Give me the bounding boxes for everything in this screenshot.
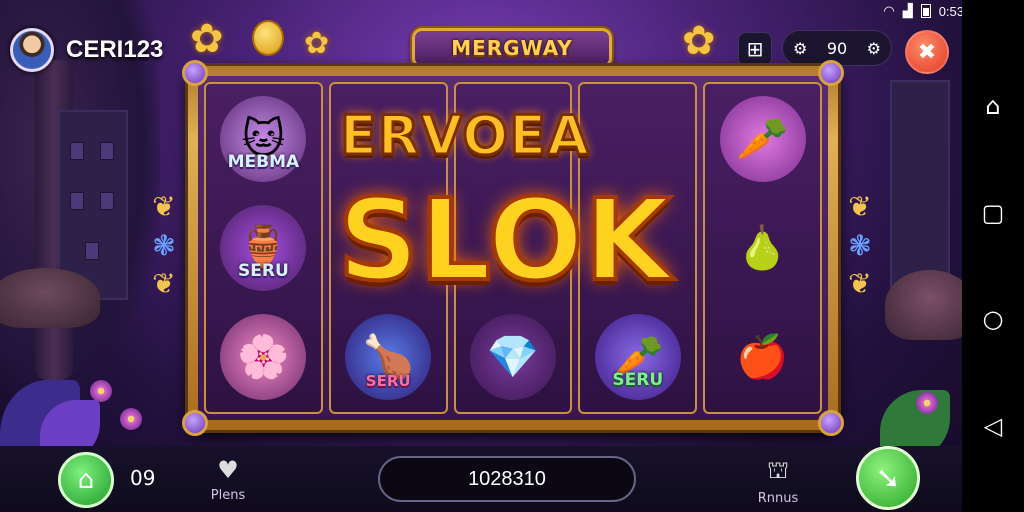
slot-symbol	[595, 96, 681, 182]
nav-home-circle-button[interactable]: ○	[973, 299, 1013, 339]
gold-leaf-icon: ❦	[848, 190, 872, 223]
apple-icon: 🍎	[736, 332, 789, 382]
player-username: CERI123	[66, 36, 164, 63]
flower-icon: 🌸	[237, 332, 290, 382]
symbol-caption: SERU	[612, 370, 664, 391]
corner-gem	[818, 410, 844, 436]
slot-symbol: 🥕 SERU	[594, 314, 681, 401]
slot-symbol: 🌸	[220, 314, 307, 401]
plays-button[interactable]: ♥ Plens	[206, 456, 250, 503]
corner-gem	[182, 410, 208, 436]
plays-label: Plens	[210, 488, 246, 503]
reel-banner-top: ERVOEA	[339, 103, 591, 169]
background-flower	[90, 380, 112, 402]
house-window	[100, 192, 114, 210]
spin-button[interactable]: ➘	[856, 446, 920, 510]
home-button[interactable]: ⌂	[58, 452, 114, 508]
bonus-button[interactable]: ⛫ Rnnus	[752, 456, 804, 506]
square-icon: ▢	[981, 198, 1005, 227]
nav-back-button[interactable]: ◁	[973, 406, 1013, 446]
grid-icon: ⊞	[746, 37, 764, 61]
slot-symbol: 🐱 MEBMA	[220, 95, 307, 182]
reel-banner-main: SLOK	[336, 174, 673, 308]
slot-symbol: 💎	[469, 314, 556, 401]
house-window	[70, 192, 84, 210]
green-bottle-icon: 🍐	[736, 222, 789, 272]
plays-icon: ♥	[217, 456, 239, 484]
symbol-caption: MEBMA	[227, 151, 300, 172]
background-mushroom	[0, 268, 100, 328]
gem-pile-icon: 💎	[486, 332, 540, 382]
balance-display: 1028310	[378, 456, 636, 502]
background-mushroom	[885, 270, 962, 340]
side-ornament-right: ❦ ❃ ❦	[838, 190, 882, 300]
side-ornament-left: ❦ ❃ ❦	[142, 190, 186, 300]
slot-symbol: 🍐	[720, 205, 806, 291]
status-time: 0:53	[938, 3, 964, 19]
android-nav-bar: ⌂ ▢ ○ ◁	[962, 0, 1024, 512]
house-window	[70, 142, 84, 160]
gold-leaf-icon: ❦	[152, 267, 176, 300]
reel-column: 🐱 MEBMA 🏺 SERU 🌸	[204, 82, 323, 414]
reel-column: 🥕 🍐 🍎	[703, 82, 822, 414]
circle-icon: ○	[982, 305, 1004, 334]
symbol-caption: SERU	[365, 372, 411, 391]
carrot-icon: 🥕	[736, 113, 789, 163]
arrow-down-icon: ➘	[875, 460, 901, 496]
house-window	[100, 142, 114, 160]
battery-icon	[920, 4, 931, 18]
nav-recents-button[interactable]: ▢	[973, 193, 1013, 233]
game-title-banner: MERGWAY	[412, 28, 612, 68]
menu-grid-button[interactable]: ⊞	[738, 32, 772, 66]
gold-flower-icon: ✿	[190, 16, 224, 62]
close-icon: ✖	[917, 39, 937, 65]
slot-symbol: 🏺 SERU	[220, 204, 307, 291]
gold-coin-icon	[252, 20, 284, 56]
slot-symbol: 🥕	[719, 95, 806, 182]
game-scene: CERI123 ✿ ✿ ✿ MERGWAY ⊞ ⚙ 90 ⚙ ✖ 🐱 MEBMA…	[0, 0, 962, 512]
nav-home-button[interactable]: ⌂	[973, 86, 1013, 126]
home-icon: ⌂	[77, 465, 95, 495]
player-avatar[interactable]	[10, 28, 54, 72]
house-window	[85, 242, 99, 260]
corner-gem	[818, 60, 844, 86]
gold-flower-icon: ✿	[682, 18, 716, 64]
gear-icon: ⚙	[866, 38, 881, 58]
butterfly-icon: ❃	[152, 228, 176, 262]
gold-leaf-icon: ❦	[848, 267, 872, 300]
signal-icon: ▟	[902, 3, 913, 18]
back-triangle-icon: ◁	[983, 411, 1003, 440]
symbol-caption: SERU	[238, 260, 289, 281]
slot-symbol: 🍗 SERU	[345, 314, 432, 401]
background-flower	[120, 408, 142, 430]
gold-flower-icon: ✿	[304, 26, 330, 61]
gold-leaf-icon: ❦	[152, 190, 176, 223]
gift-icon: ⛫	[766, 456, 790, 484]
level-number: 09	[130, 466, 156, 490]
close-button[interactable]: ✖	[905, 30, 949, 74]
settings-value: 90	[826, 38, 848, 58]
gear-icon: ⚙	[793, 38, 808, 58]
game-title: MERGWAY	[451, 36, 573, 60]
butterfly-icon: ❃	[848, 228, 872, 262]
wifi-icon: ◠	[883, 3, 895, 18]
bonus-label: Rnnus	[757, 491, 799, 506]
house-icon: ⌂	[985, 92, 1001, 121]
corner-gem	[182, 60, 208, 86]
slot-symbol: 🍎	[720, 314, 806, 400]
background-flower	[916, 392, 938, 414]
balance-value: 1028310	[468, 467, 546, 490]
